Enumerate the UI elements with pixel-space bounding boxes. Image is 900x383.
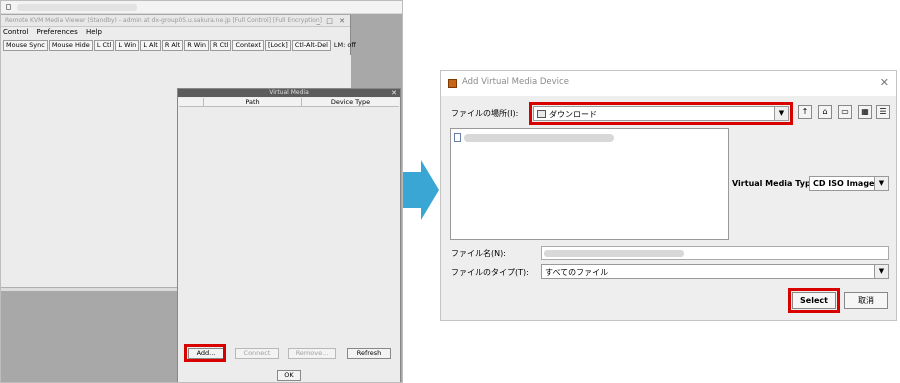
close-icon[interactable]: ✕	[391, 89, 397, 97]
look-in-label: ファイルの場所(I):	[451, 109, 519, 118]
up-folder-icon[interactable]: ↑	[798, 105, 812, 119]
close-icon[interactable]: ✕	[880, 76, 889, 89]
details-view-icon[interactable]: ☰	[876, 105, 890, 119]
l-ctl-button[interactable]: L Ctl	[93, 40, 115, 51]
virtual-media-type-value: CD ISO Image	[813, 179, 875, 188]
kvm-menu-bar: Control Preferences Help	[1, 27, 350, 38]
kvm-toolbar: Mouse Sync Mouse Hide L Ctl L Win L Alt R Alt…	[3, 40, 356, 51]
column-header-select	[179, 98, 204, 106]
left-screenshot: Remote KVM Media Viewer (Standby) - admi…	[0, 0, 403, 383]
r-win-button[interactable]: R Win	[184, 40, 209, 51]
remove-button[interactable]: Remove...	[288, 348, 336, 359]
column-header-device-type[interactable]: Device Type	[302, 98, 399, 106]
java-app-icon	[448, 79, 457, 88]
add-button-highlight	[184, 344, 226, 362]
avd-title-bar: Add Virtual Media Device ✕	[441, 71, 896, 96]
virtual-media-title-bar: Virtual Media ✕	[178, 89, 400, 97]
file-type-select[interactable]: すべてのファイル ▼	[541, 264, 889, 279]
file-icon	[454, 133, 461, 142]
url-field[interactable]	[17, 4, 137, 11]
menu-control[interactable]: Control	[3, 28, 28, 36]
add-virtual-media-device-dialog: Add Virtual Media Device ✕ ファイルの場所(I): ダ…	[440, 70, 897, 321]
table-header: Path Device Type	[179, 98, 399, 107]
chevron-down-icon[interactable]: ▼	[874, 177, 888, 190]
menu-preferences[interactable]: Preferences	[37, 28, 78, 36]
r-alt-button[interactable]: R Alt	[161, 40, 184, 51]
virtual-media-type-select[interactable]: CD ISO Image ▼	[809, 176, 889, 191]
l-alt-button[interactable]: L Alt	[140, 40, 161, 51]
select-button-highlight	[788, 288, 840, 313]
file-name-label: ファイル名(N):	[451, 249, 506, 258]
connect-button[interactable]: Connect	[235, 348, 279, 359]
virtual-media-title: Virtual Media	[269, 89, 309, 96]
lm-status: LM: off	[333, 41, 356, 49]
ok-button[interactable]: OK	[277, 370, 301, 381]
r-ctl-button[interactable]: R Ctl	[210, 40, 232, 51]
virtual-media-type-label: Virtual Media Type:	[732, 179, 820, 188]
file-name-input[interactable]	[541, 246, 889, 260]
lock-button[interactable]: [Lock]	[264, 40, 291, 51]
kvm-title-bar: Remote KVM Media Viewer (Standby) - admi…	[1, 15, 350, 27]
look-in-highlight	[529, 102, 793, 125]
file-type-label: ファイルのタイプ(T):	[451, 268, 529, 277]
l-win-button[interactable]: L Win	[115, 40, 140, 51]
avd-title: Add Virtual Media Device	[462, 77, 569, 87]
arrow-right-icon	[403, 160, 439, 220]
browser-address-bar	[1, 1, 402, 14]
context-button[interactable]: Context	[232, 40, 264, 51]
file-entry-redacted[interactable]	[464, 134, 614, 142]
file-list[interactable]	[450, 128, 729, 240]
mouse-hide-button[interactable]: Mouse Hide	[48, 40, 93, 51]
new-folder-icon[interactable]: ▭	[838, 105, 852, 119]
home-icon[interactable]: ⌂	[818, 105, 832, 119]
window-controls[interactable]: _ □ ✕	[317, 15, 347, 26]
list-view-icon[interactable]: ▦	[858, 105, 872, 119]
menu-help[interactable]: Help	[86, 28, 102, 36]
virtual-media-table: Path Device Type	[179, 98, 399, 382]
cancel-button[interactable]: 取消	[844, 292, 888, 309]
column-header-path[interactable]: Path	[204, 98, 302, 106]
file-name-redacted	[544, 250, 684, 257]
ctl-alt-del-button[interactable]: Ctl-Alt-Del	[291, 40, 331, 51]
kvm-title: Remote KVM Media Viewer (Standby) - admi…	[5, 17, 322, 24]
refresh-button[interactable]: Refresh	[347, 348, 391, 359]
chevron-down-icon[interactable]: ▼	[874, 265, 888, 278]
file-type-value: すべてのファイル	[545, 268, 609, 277]
mouse-sync-button[interactable]: Mouse Sync	[3, 40, 48, 51]
lock-icon	[6, 4, 11, 10]
virtual-media-dialog: Virtual Media ✕ Path Device Type Add... …	[177, 88, 401, 382]
